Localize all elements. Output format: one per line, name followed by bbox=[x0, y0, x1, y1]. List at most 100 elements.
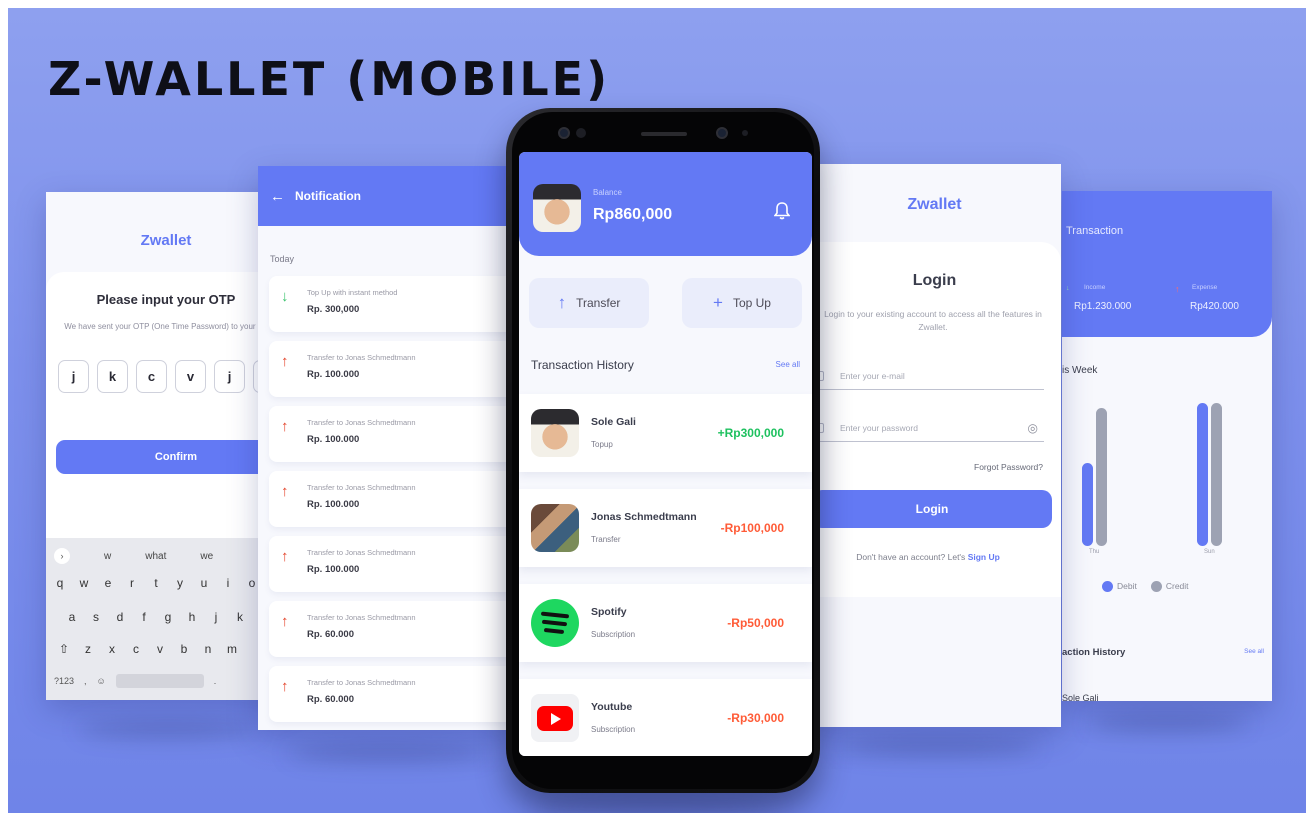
key[interactable]: g bbox=[156, 610, 180, 624]
legend-credit: Credit bbox=[1150, 581, 1189, 593]
key[interactable]: e bbox=[96, 576, 120, 590]
user-photo bbox=[533, 184, 581, 232]
numbers-key[interactable]: ?123 bbox=[54, 676, 74, 686]
debit-dot-icon bbox=[1102, 581, 1113, 593]
signup-text: Don't have an account? Let's bbox=[856, 552, 966, 562]
phone-device: Balance Rp860,000 ↑ Transfer + Top Up Tr… bbox=[506, 108, 820, 793]
notification-amount: Rp. 100.000 bbox=[307, 499, 360, 510]
keyboard-row: ⇧ z x c v b n m bbox=[52, 642, 244, 656]
avatar[interactable] bbox=[533, 184, 581, 232]
notification-item[interactable]: ↑ Transfer to Jonas Schmedtmann Rp. 100.… bbox=[269, 471, 519, 527]
key[interactable]: r bbox=[120, 576, 144, 590]
chevron-right-icon[interactable]: › bbox=[54, 548, 70, 564]
key[interactable]: i bbox=[216, 576, 240, 590]
arrow-down-icon: ↓ bbox=[1066, 285, 1070, 292]
password-field[interactable]: Enter your password ◎ bbox=[812, 414, 1044, 442]
otp-digit-input[interactable]: j bbox=[214, 360, 245, 393]
transaction-row[interactable]: Sole Gali bbox=[1062, 693, 1099, 701]
key[interactable]: k bbox=[228, 610, 252, 624]
login-screen: Zwallet Login Login to your existing acc… bbox=[808, 164, 1061, 727]
user-photo bbox=[531, 504, 579, 552]
phone-shadow bbox=[538, 798, 778, 813]
transaction-name: Sole Gali bbox=[591, 416, 636, 428]
brand-logo: Zwallet bbox=[907, 196, 962, 213]
quick-actions: ↑ Transfer + Top Up bbox=[529, 278, 802, 328]
period-key[interactable]: . bbox=[214, 676, 217, 686]
notification-item[interactable]: ↑ Transfer to Jonas Schmedtmann Rp. 100.… bbox=[269, 406, 519, 462]
youtube-icon bbox=[531, 694, 579, 742]
credit-bar bbox=[1096, 408, 1107, 546]
notification-item[interactable]: ↑ Transfer to Jonas Schmedtmann Rp. 100.… bbox=[269, 341, 519, 397]
arrow-up-icon: ↑ bbox=[281, 353, 289, 370]
comma-key[interactable]: , bbox=[84, 676, 87, 686]
front-camera-icon bbox=[716, 127, 728, 139]
otp-card bbox=[46, 272, 286, 542]
notification-item[interactable]: ↑ Transfer to Jonas Schmedtmann Rp. 60.0… bbox=[269, 601, 519, 657]
key[interactable]: u bbox=[192, 576, 216, 590]
key[interactable]: w bbox=[72, 576, 96, 590]
key[interactable]: v bbox=[148, 642, 172, 656]
transaction-row[interactable]: Jonas Schmedtmann Transfer -Rp100,000 bbox=[519, 489, 812, 567]
key[interactable]: n bbox=[196, 642, 220, 656]
confirm-button[interactable]: Confirm bbox=[56, 440, 286, 474]
notification-item[interactable]: ↓ Top Up with instant method Rp. 300,000 bbox=[269, 276, 519, 332]
key[interactable]: s bbox=[84, 610, 108, 624]
key[interactable]: c bbox=[124, 642, 148, 656]
transfer-button[interactable]: ↑ Transfer bbox=[529, 278, 649, 328]
transaction-row[interactable]: Sole Gali Topup +Rp300,000 bbox=[519, 394, 812, 472]
otp-digit-input[interactable]: v bbox=[175, 360, 206, 393]
space-key[interactable] bbox=[115, 674, 204, 688]
key[interactable]: a bbox=[60, 610, 84, 624]
login-description: Login to your existing account to access… bbox=[824, 309, 1042, 332]
front-camera-icon bbox=[558, 127, 570, 139]
key[interactable]: q bbox=[48, 576, 72, 590]
otp-digit-input[interactable]: k bbox=[97, 360, 128, 393]
bell-icon[interactable] bbox=[774, 202, 790, 220]
see-all-link[interactable]: See all bbox=[776, 360, 800, 369]
otp-digit-input[interactable]: j bbox=[58, 360, 89, 393]
back-arrow-icon[interactable]: ← bbox=[270, 188, 285, 205]
key[interactable]: z bbox=[76, 642, 100, 656]
top-up-button[interactable]: + Top Up bbox=[682, 278, 802, 328]
see-all-link[interactable]: See all bbox=[1244, 648, 1264, 655]
forgot-password-link[interactable]: Forgot Password? bbox=[974, 462, 1043, 472]
email-field[interactable]: Enter your e-mail bbox=[812, 362, 1044, 390]
key[interactable]: m bbox=[220, 642, 244, 656]
page-title: Z-WALLET (MOBILE) bbox=[48, 52, 611, 106]
dashboard-screen: Transaction ↓ Income Rp1.230.000 ↑ Expen… bbox=[1062, 191, 1272, 701]
otp-input-group: j k c v j bbox=[58, 360, 284, 393]
notification-item[interactable]: ↑ Transfer to Jonas Schmedtmann Rp. 100.… bbox=[269, 536, 519, 592]
notification-amount: Rp. 300,000 bbox=[307, 304, 360, 315]
transaction-name: Youtube bbox=[591, 701, 633, 713]
arrow-up-icon: ↑ bbox=[557, 293, 567, 312]
home-screen: Balance Rp860,000 ↑ Transfer + Top Up Tr… bbox=[519, 152, 812, 756]
notification-item[interactable]: ↑ Transfer to Jonas Schmedtmann Rp. 60.0… bbox=[269, 666, 519, 722]
key[interactable]: f bbox=[132, 610, 156, 624]
transaction-row[interactable]: Youtube Subscription -Rp30,000 bbox=[519, 679, 812, 756]
key[interactable]: j bbox=[204, 610, 228, 624]
emoji-icon[interactable]: ☺ bbox=[97, 676, 106, 686]
shift-icon[interactable]: ⇧ bbox=[52, 642, 76, 656]
suggestion-item[interactable]: we bbox=[200, 551, 213, 562]
key[interactable]: b bbox=[172, 642, 196, 656]
suggestion-item[interactable]: what bbox=[145, 551, 166, 562]
screen-shadow bbox=[838, 738, 1038, 756]
soft-keyboard: › w what we q w e r t y u i o a s d f g … bbox=[46, 538, 286, 700]
otp-digit-input[interactable]: c bbox=[136, 360, 167, 393]
eye-crossed-icon[interactable]: ◎ bbox=[1028, 421, 1038, 435]
keyboard-suggestions: › w what we bbox=[46, 548, 286, 564]
login-button[interactable]: Login bbox=[812, 490, 1052, 528]
sensor-icon bbox=[576, 128, 586, 138]
key[interactable]: d bbox=[108, 610, 132, 624]
transaction-row[interactable]: Spotify Subscription -Rp50,000 bbox=[519, 584, 812, 662]
key[interactable]: y bbox=[168, 576, 192, 590]
notification-amount: Rp. 60.000 bbox=[307, 694, 354, 705]
signup-link[interactable]: Sign Up bbox=[968, 552, 1000, 562]
key[interactable]: x bbox=[100, 642, 124, 656]
suggestion-item[interactable]: w bbox=[104, 551, 111, 562]
expense-label: Expense bbox=[1192, 284, 1218, 291]
transaction-amount: -Rp30,000 bbox=[727, 711, 784, 725]
key[interactable]: h bbox=[180, 610, 204, 624]
speaker-grille bbox=[641, 132, 687, 136]
key[interactable]: t bbox=[144, 576, 168, 590]
